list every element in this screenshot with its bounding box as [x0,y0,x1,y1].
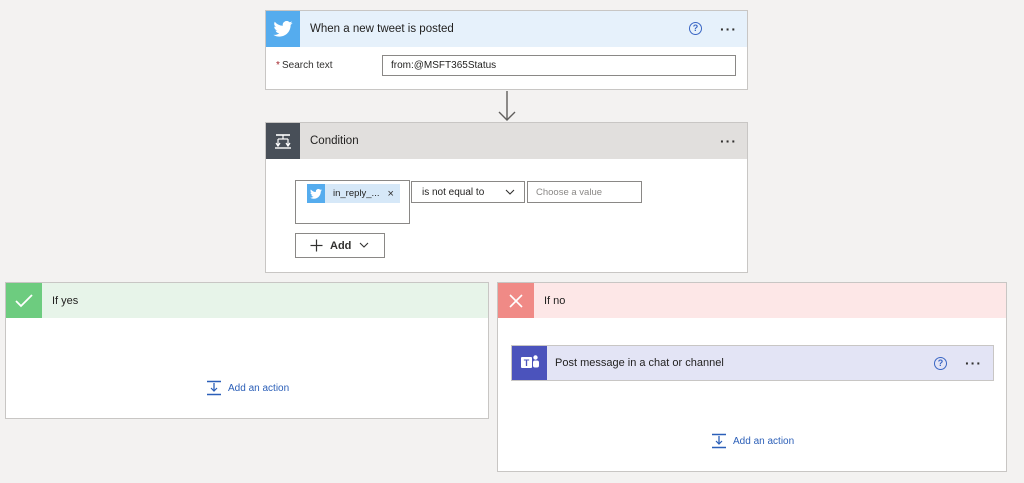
dynamic-content-token[interactable]: in_reply_... × [307,184,400,203]
search-text-value: from:@MSFT365Status [391,60,497,71]
teams-action-title: Post message in a chat or channel [555,357,724,369]
if-no-title: If no [544,294,566,307]
svg-text:T: T [523,358,529,368]
condition-left-operand[interactable]: in_reply_... × [295,180,410,224]
add-condition-button[interactable]: Add [295,233,385,258]
chevron-down-icon [360,242,369,248]
trigger-title: When a new tweet is posted [310,23,454,35]
more-options-icon[interactable]: ··· [720,22,737,36]
add-action-icon [207,380,221,396]
value-placeholder: Choose a value [536,186,603,198]
if-yes-branch[interactable]: If yes Add an action [5,282,489,419]
token-remove-icon[interactable]: × [387,188,393,200]
operator-dropdown[interactable]: is not equal to [411,181,525,203]
chevron-down-icon [505,189,515,195]
search-text-required-marker: * [276,60,280,71]
if-no-branch[interactable]: If no T Post message in a chat or channe… [497,282,1007,472]
close-icon [498,283,534,318]
token-label: in_reply_... [333,188,380,199]
more-options-icon[interactable]: ··· [720,134,737,148]
add-action-label: Add an action [733,435,795,447]
condition-title: Condition [310,135,359,147]
search-text-label: Search text [282,60,333,71]
help-icon[interactable]: ? [934,357,947,370]
condition-card[interactable]: Condition ··· in_reply_... × is not equa… [265,122,748,273]
condition-icon [266,123,300,159]
add-action-icon [712,433,726,449]
add-action-label: Add an action [228,382,290,394]
add-label: Add [330,239,352,252]
checkmark-icon [6,283,42,318]
condition-header[interactable]: Condition ··· [266,123,747,159]
flow-arrow-icon [498,91,516,121]
help-icon[interactable]: ? [689,22,702,35]
twitter-icon [266,11,300,47]
add-action-button[interactable]: Add an action [206,380,289,396]
trigger-card[interactable]: When a new tweet is posted ? ··· * Searc… [265,10,748,90]
teams-action-card[interactable]: T Post message in a chat or channel ? ··… [511,345,994,381]
teams-icon: T [512,346,547,380]
condition-value-input[interactable]: Choose a value [527,181,642,203]
if-yes-title: If yes [52,294,79,307]
twitter-icon [307,184,325,203]
search-text-input[interactable]: from:@MSFT365Status [382,55,736,76]
more-options-icon[interactable]: ··· [965,356,982,370]
add-action-button[interactable]: Add an action [711,433,794,449]
plus-icon [310,239,323,252]
if-no-header[interactable]: If no [498,283,1006,318]
operator-value: is not equal to [422,186,485,198]
trigger-header[interactable]: When a new tweet is posted ? ··· [266,11,747,47]
if-yes-header[interactable]: If yes [6,283,488,318]
